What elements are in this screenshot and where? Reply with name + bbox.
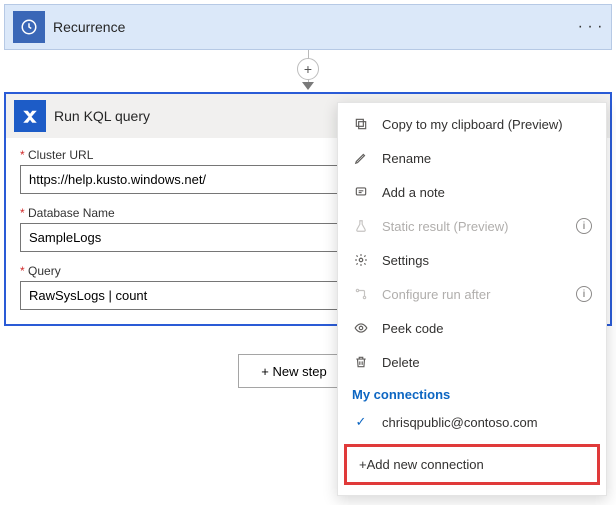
connection-label: chrisqpublic@contoso.com [382, 415, 538, 430]
flask-icon [352, 217, 370, 235]
connection-item[interactable]: ✓ chrisqpublic@contoso.com [338, 406, 606, 438]
action-context-menu: Copy to my clipboard (Preview) Rename Ad… [337, 102, 607, 496]
info-icon[interactable]: i [576, 286, 592, 302]
check-icon: ✓ [352, 414, 370, 430]
eye-icon [352, 319, 370, 337]
copy-icon [352, 115, 370, 133]
pencil-icon [352, 149, 370, 167]
menu-delete-label: Delete [382, 355, 420, 370]
arrow-down-icon [302, 82, 314, 90]
recurrence-card: Recurrence · · · [4, 4, 612, 50]
info-icon[interactable]: i [576, 218, 592, 234]
gear-icon [352, 251, 370, 269]
menu-settings-label: Settings [382, 253, 429, 268]
add-new-connection-label: +Add new connection [359, 457, 484, 472]
menu-delete[interactable]: Delete [338, 345, 606, 379]
menu-rename[interactable]: Rename [338, 141, 606, 175]
menu-configure-run-after: Configure run after i [338, 277, 606, 311]
menu-static-result-label: Static result (Preview) [382, 219, 508, 234]
menu-configure-run-after-label: Configure run after [382, 287, 490, 302]
menu-add-note[interactable]: Add a note [338, 175, 606, 209]
menu-rename-label: Rename [382, 151, 431, 166]
new-step-button[interactable]: + New step [238, 354, 349, 388]
connector: + [0, 50, 616, 88]
clock-icon [13, 11, 45, 43]
recurrence-more-button[interactable]: · · · [577, 18, 603, 36]
menu-peek-code-label: Peek code [382, 321, 443, 336]
add-new-connection-button[interactable]: +Add new connection [344, 444, 600, 485]
menu-settings[interactable]: Settings [338, 243, 606, 277]
trash-icon [352, 353, 370, 371]
menu-add-note-label: Add a note [382, 185, 445, 200]
note-icon [352, 183, 370, 201]
run-kql-title: Run KQL query [54, 108, 150, 124]
flow-icon [352, 285, 370, 303]
menu-copy[interactable]: Copy to my clipboard (Preview) [338, 107, 606, 141]
recurrence-header[interactable]: Recurrence · · · [5, 5, 611, 49]
menu-static-result: Static result (Preview) i [338, 209, 606, 243]
add-step-inline-button[interactable]: + [297, 58, 319, 80]
menu-copy-label: Copy to my clipboard (Preview) [382, 117, 563, 132]
recurrence-title: Recurrence [53, 19, 125, 35]
menu-peek-code[interactable]: Peek code [338, 311, 606, 345]
run-icon [14, 100, 46, 132]
my-connections-header: My connections [338, 379, 606, 406]
